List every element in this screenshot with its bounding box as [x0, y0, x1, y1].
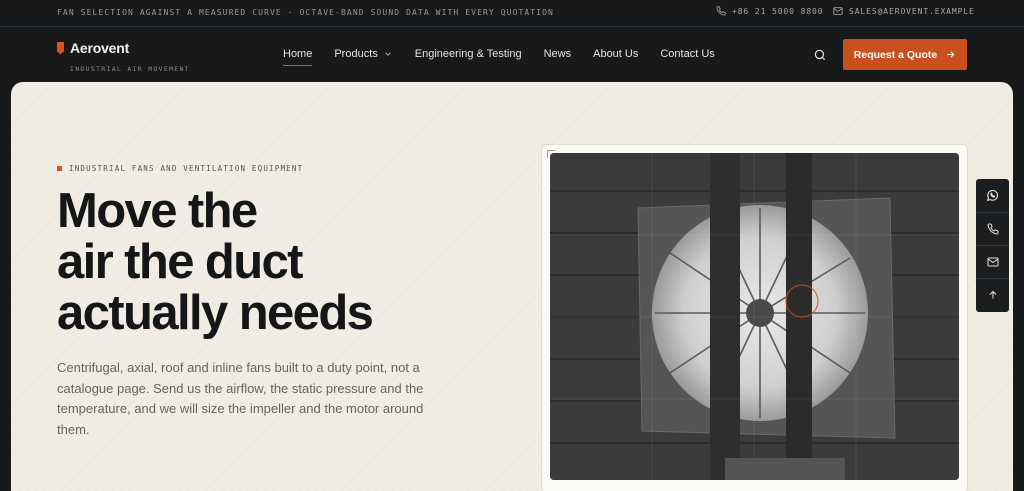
whatsapp-button[interactable]	[976, 179, 1009, 212]
hero-eyebrow-text: INDUSTRIAL FANS AND VENTILATION EQUIPMEN…	[69, 164, 304, 173]
back-to-top-button[interactable]	[976, 278, 1009, 311]
headline-line: air the duct	[57, 235, 304, 289]
nav-item-products[interactable]: Products	[334, 48, 391, 60]
hero-lede: Centrifugal, axial, roof and inline fans…	[57, 360, 424, 437]
top-bar-email[interactable]: SALES@AEROVENT.EXAMPLE	[833, 6, 975, 16]
mail-button[interactable]	[976, 245, 1009, 278]
top-bar-phone[interactable]: +86 21 5000 8800	[716, 6, 823, 16]
hero-section: INDUSTRIAL FANS AND VENTILATION EQUIPMEN…	[11, 82, 1013, 491]
top-bar: FAN SELECTION AGAINST A MEASURED CURVE ·…	[0, 0, 1024, 27]
eyebrow-square-icon	[57, 166, 62, 171]
side-action-bar	[976, 179, 1009, 312]
chevron-down-icon	[385, 52, 391, 56]
phone-number: +86 21 5000 8800	[732, 6, 824, 16]
headline-line: Move the	[57, 184, 258, 238]
whatsapp-icon	[986, 189, 999, 202]
logo-subtitle: INDUSTRIAL AIR MOVEMENT	[70, 65, 190, 73]
search-button[interactable]	[813, 48, 827, 62]
logo-wordmark: Aerovent	[70, 40, 130, 56]
phone-icon	[987, 223, 999, 235]
nav-item-about-us[interactable]: About Us	[593, 48, 638, 60]
headline-line: actually needs	[57, 286, 374, 340]
nav-item-contact-us[interactable]: Contact Us	[660, 48, 714, 60]
main-nav: Aerovent INDUSTRIAL AIR MOVEMENT Home Pr…	[0, 28, 1024, 82]
top-bar-tagline: FAN SELECTION AGAINST A MEASURED CURVE ·…	[57, 8, 554, 17]
request-quote-button[interactable]: Request a Quote	[843, 39, 967, 70]
hero-image-card	[541, 144, 968, 491]
arrow-right-icon	[947, 51, 955, 58]
mail-icon	[987, 257, 998, 267]
hero-eyebrow: INDUSTRIAL FANS AND VENTILATION EQUIPMEN…	[57, 164, 303, 173]
hero-headline: Move the air the duct actually needs	[57, 184, 374, 340]
nav-item-news[interactable]: News	[544, 48, 572, 60]
fan-illustration	[550, 153, 959, 480]
request-quote-label: Request a Quote	[853, 48, 938, 61]
arrow-up-icon	[989, 290, 996, 299]
nav-item-home[interactable]: Home	[283, 48, 313, 66]
mail-icon	[833, 7, 843, 15]
logo[interactable]: Aerovent	[57, 40, 129, 56]
fan-photo	[550, 153, 959, 480]
search-icon	[814, 49, 826, 61]
phone-button[interactable]	[976, 212, 1009, 245]
email-address: SALES@AEROVENT.EXAMPLE	[849, 6, 975, 16]
nav-item-engineering-testing[interactable]: Engineering & Testing	[415, 48, 522, 60]
logo-mark-icon	[57, 41, 64, 55]
nav-menu: Home Products Engineering & Testing News…	[283, 48, 715, 66]
phone-icon	[716, 6, 726, 16]
